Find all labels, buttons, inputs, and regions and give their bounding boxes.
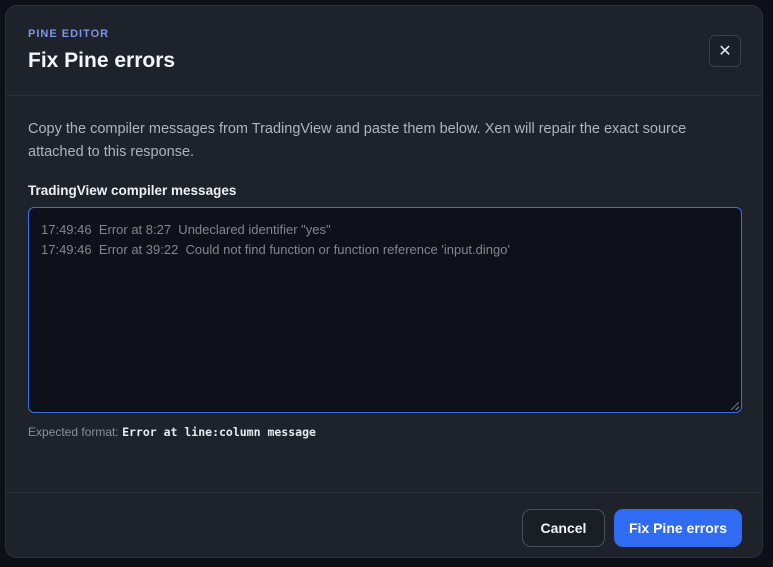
compiler-messages-field-wrapper	[28, 207, 742, 413]
fix-pine-errors-button[interactable]: Fix Pine errors	[614, 509, 742, 547]
dialog-eyebrow: PINE EDITOR	[28, 28, 110, 40]
format-hint: Expected format: Error at line:column me…	[28, 425, 316, 439]
resize-handle-icon[interactable]	[731, 402, 739, 410]
dialog-footer: Cancel Fix Pine errors	[6, 492, 762, 557]
compiler-messages-label: TradingView compiler messages	[28, 183, 237, 198]
dialog-description: Copy the compiler messages from TradingV…	[28, 121, 687, 160]
fix-pine-errors-dialog: PINE EDITOR Fix Pine errors ✕ Copy the c…	[5, 5, 763, 558]
dialog-title: Fix Pine errors	[28, 49, 176, 72]
format-hint-example: Error at line:column message	[122, 425, 316, 439]
dialog-body: Copy the compiler messages from TradingV…	[28, 118, 744, 164]
dialog-header: PINE EDITOR Fix Pine errors ✕	[6, 6, 762, 96]
cancel-button[interactable]: Cancel	[522, 509, 605, 547]
format-hint-prefix: Expected format:	[28, 425, 119, 439]
close-button[interactable]: ✕	[709, 35, 741, 67]
compiler-messages-textarea[interactable]	[29, 208, 741, 412]
close-icon: ✕	[718, 43, 732, 60]
